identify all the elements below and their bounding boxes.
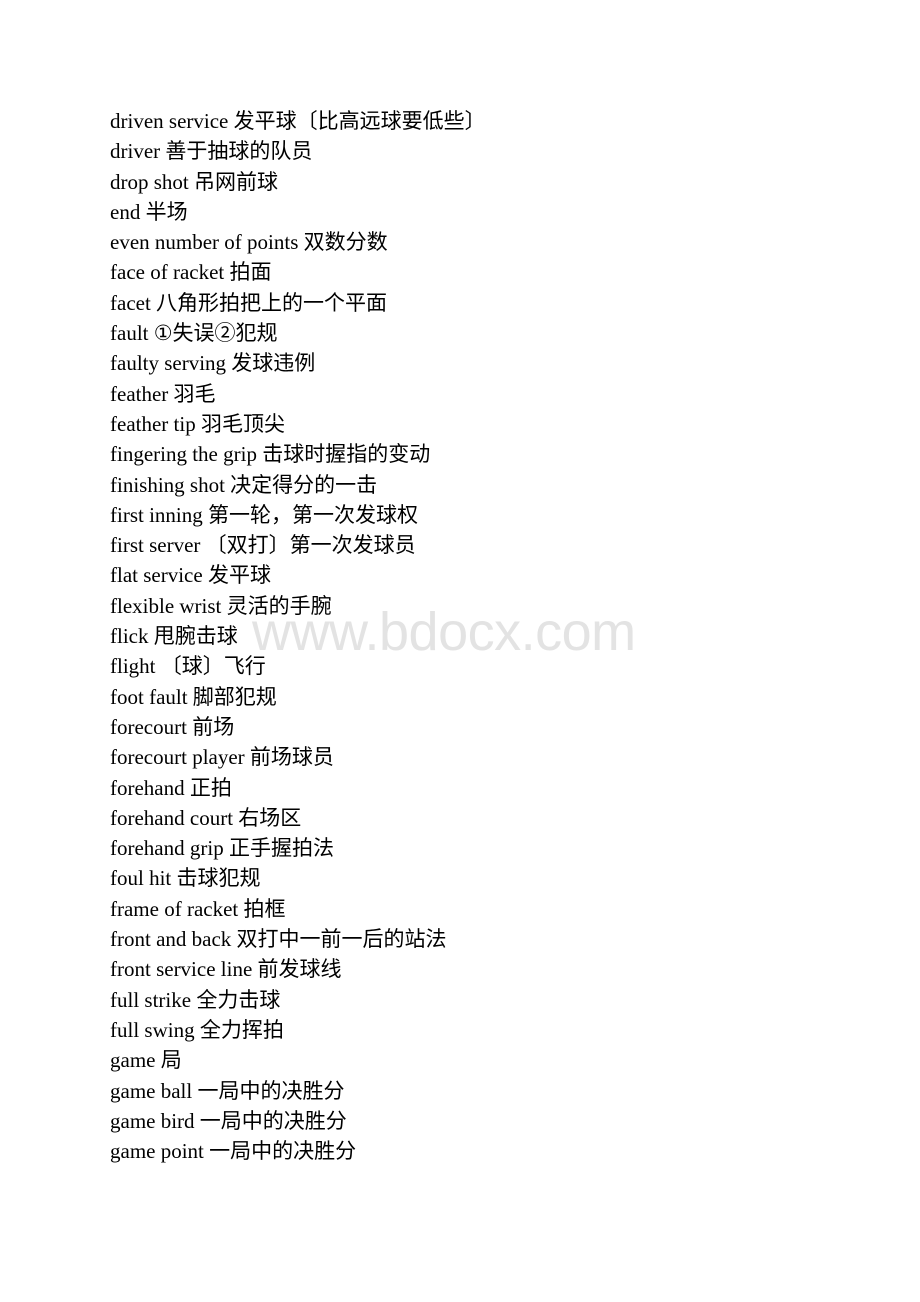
glossary-entry: frame of racket 拍框: [110, 896, 286, 921]
glossary-entry: game 局: [110, 1048, 182, 1073]
glossary-entry: driver 善于抽球的队员: [110, 139, 313, 164]
glossary-entry: first server 〔双打〕第一次发球员: [110, 533, 416, 558]
glossary-entry: forehand grip 正手握拍法: [110, 836, 334, 861]
glossary-entry: front service line 前发球线: [110, 957, 342, 982]
glossary-entry: fault ①失误②犯规: [110, 321, 278, 346]
glossary-entry: forecourt player 前场球员: [110, 745, 334, 770]
document-page: www.bdocx.com driven service 发平球〔比高远球要低些…: [0, 0, 920, 1302]
glossary-entry: forehand court 右场区: [110, 805, 302, 830]
glossary-entry: faulty serving 发球违例: [110, 351, 316, 376]
glossary-entry: flight 〔球〕飞行: [110, 654, 266, 679]
glossary-entry: flat service 发平球: [110, 563, 271, 588]
glossary-entry: foot fault 脚部犯规: [110, 684, 277, 709]
glossary-entry: foul hit 击球犯规: [110, 866, 261, 891]
glossary-entry: full swing 全力挥拍: [110, 1017, 284, 1042]
glossary-entry: fingering the grip 击球时握指的变动: [110, 442, 431, 467]
glossary-entry: game ball 一局中的决胜分: [110, 1078, 345, 1103]
glossary-entry: front and back 双打中一前一后的站法: [110, 927, 447, 952]
glossary-entry: game point 一局中的决胜分: [110, 1139, 357, 1164]
glossary-entry: flick 甩腕击球: [110, 624, 238, 649]
glossary-entry: game bird 一局中的决胜分: [110, 1108, 347, 1133]
glossary-entry: feather tip 羽毛顶尖: [110, 411, 285, 436]
glossary-entry-list: driven service 发平球〔比高远球要低些〕 driver 善于抽球的队…: [110, 106, 870, 1166]
glossary-entry: flexible wrist 灵活的手腕: [110, 593, 332, 618]
glossary-entry: facet 八角形拍把上的一个平面: [110, 290, 388, 315]
glossary-entry: drop shot 吊网前球: [110, 169, 278, 194]
glossary-entry: driven service 发平球〔比高远球要低些〕: [110, 109, 486, 133]
glossary-entry: first inning 第一轮，第一次发球权: [110, 502, 418, 527]
glossary-entry: end 半场: [110, 199, 188, 224]
glossary-entry: forecourt 前场: [110, 714, 235, 739]
glossary-entry: full strike 全力击球: [110, 987, 281, 1012]
glossary-entry: forehand 正拍: [110, 775, 232, 800]
glossary-entry: even number of points 双数分数: [110, 230, 388, 255]
glossary-entry: feather 羽毛: [110, 381, 216, 406]
glossary-entry: face of racket 拍面: [110, 260, 272, 285]
glossary-entry: finishing shot 决定得分的一击: [110, 472, 378, 497]
